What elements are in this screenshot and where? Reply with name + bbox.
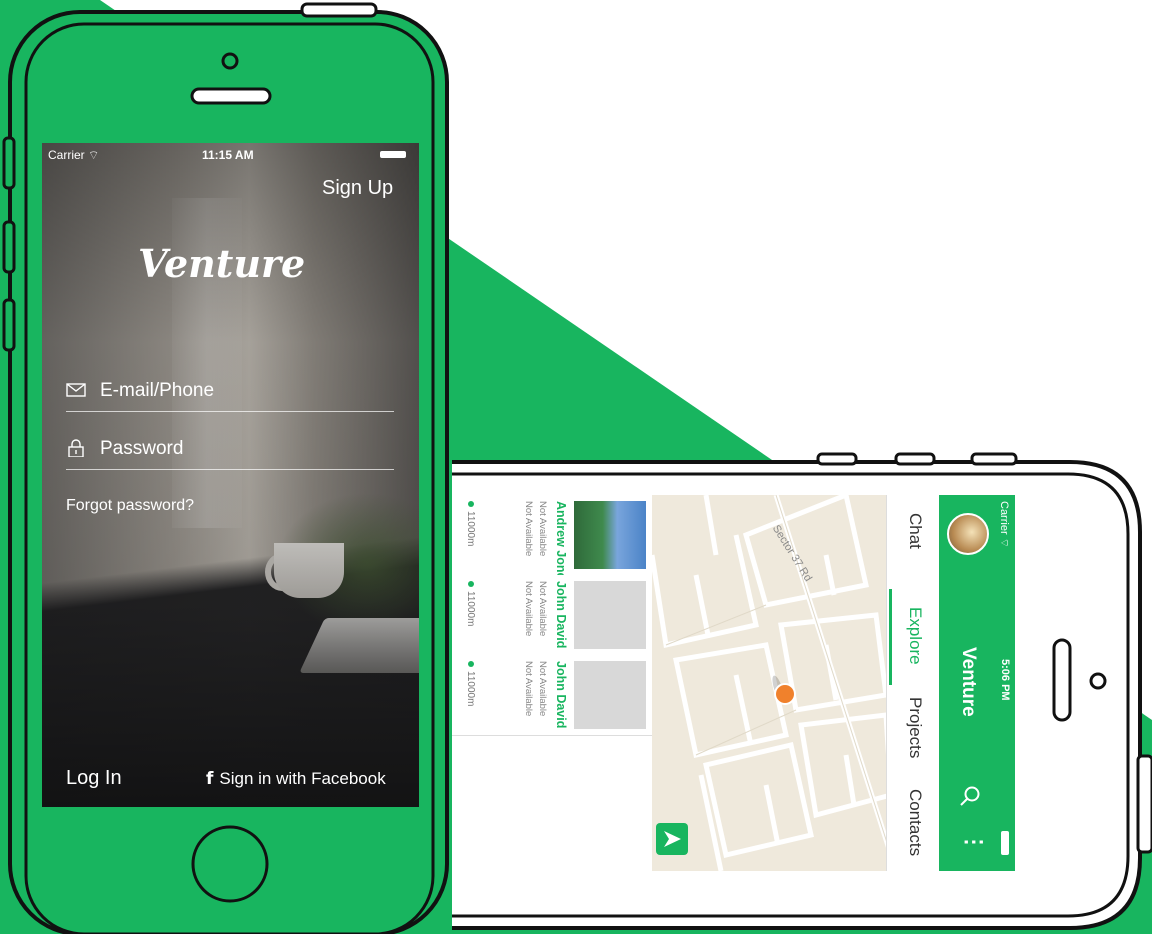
facebook-icon: f <box>206 769 214 789</box>
person-name: Andrew Jones <box>554 501 568 587</box>
carrier-label: Carrier ⌔ <box>997 501 1011 548</box>
carrier-label: Carrier ⌔ <box>48 148 99 163</box>
app-logo: Venture <box>138 241 306 286</box>
tab-projects[interactable]: Projects <box>905 697 925 758</box>
facebook-sign-in-label: Sign in with Facebook <box>219 769 386 788</box>
carrier-text: Carrier <box>48 148 85 162</box>
avatar[interactable] <box>947 513 989 555</box>
navigation-arrow-icon[interactable] <box>656 823 688 855</box>
envelope-icon <box>66 383 86 397</box>
battery-icon <box>380 151 406 158</box>
more-dots-icon[interactable]: ⋮ <box>961 831 987 852</box>
status-time: 5:06 PM <box>999 659 1011 701</box>
search-icon[interactable] <box>959 785 981 807</box>
sign-up-button[interactable]: Sign Up <box>322 177 393 200</box>
battery-icon <box>1001 831 1009 855</box>
password-input[interactable] <box>98 435 392 463</box>
person-distance: 11000m <box>465 661 476 706</box>
map-pin-icon <box>468 661 474 667</box>
map-view[interactable]: Sector 37 Rd <box>652 495 886 871</box>
email-input[interactable] <box>98 377 392 405</box>
list-item[interactable]: Andrew Jones Not Available Not Available… <box>452 495 652 586</box>
person-status: Not Available <box>523 501 534 557</box>
person-photo-placeholder <box>574 661 646 729</box>
tab-contacts[interactable]: Contacts <box>905 789 925 856</box>
header-title: Venture <box>958 647 979 717</box>
wifi-icon: ⌔ <box>998 537 1010 549</box>
people-list: Andrew Jones Not Available Not Available… <box>452 495 652 871</box>
person-status: Not Available <box>523 661 534 717</box>
map-streets <box>652 495 886 871</box>
map-pin-icon <box>468 501 474 507</box>
person-photo <box>574 501 646 569</box>
forgot-password-link[interactable]: Forgot password? <box>66 497 194 515</box>
email-field[interactable] <box>66 371 394 412</box>
person-distance: 11000m <box>465 501 476 546</box>
lock-icon <box>68 439 84 457</box>
map-pin-icon[interactable] <box>774 683 796 705</box>
person-distance: 11000m <box>465 581 476 626</box>
person-distance-text: 11000m <box>465 591 476 627</box>
login-screen: Carrier ⌔ 11:15 AM Sign Up Venture Forgo… <box>42 143 419 807</box>
active-tab-indicator <box>889 589 892 685</box>
tab-explore[interactable]: Explore <box>905 607 925 665</box>
person-status: Not Available <box>537 661 548 717</box>
status-bar: Carrier ⌔ 11:15 AM <box>42 143 419 165</box>
app-header: Carrier ⌔ 5:06 PM Venture ⋮ <box>939 495 1015 871</box>
password-field[interactable] <box>66 429 394 470</box>
list-item[interactable]: John David Not Available Not Available 1… <box>452 575 652 656</box>
map-pin-icon <box>468 581 474 587</box>
person-name: John David <box>554 661 568 729</box>
navigation-arrow-glyph <box>664 831 681 847</box>
list-item[interactable]: John David Not Available Not Available 1… <box>452 655 652 736</box>
tab-bar: Chat Explore Projects Contacts <box>886 495 939 871</box>
person-status: Not Available <box>537 501 548 557</box>
person-status: Not Available <box>523 581 534 637</box>
explore-screen: Carrier ⌔ 5:06 PM Venture ⋮ Chat Explore… <box>452 495 1015 871</box>
person-photo-placeholder <box>574 581 646 649</box>
tab-chat[interactable]: Chat <box>905 513 925 549</box>
person-name: John David <box>554 581 568 649</box>
person-status: Not Available <box>537 581 548 637</box>
status-time: 11:15 AM <box>202 148 254 162</box>
log-in-button[interactable]: Log In <box>66 767 122 790</box>
wifi-icon: ⌔ <box>88 148 100 162</box>
carrier-text: Carrier <box>998 501 1010 535</box>
explore-screen-content: Carrier ⌔ 5:06 PM Venture ⋮ Chat Explore… <box>452 495 1015 871</box>
facebook-sign-in-button[interactable]: f Sign in with Facebook <box>206 769 386 789</box>
person-distance-text: 11000m <box>465 671 476 707</box>
person-distance-text: 11000m <box>465 511 476 547</box>
